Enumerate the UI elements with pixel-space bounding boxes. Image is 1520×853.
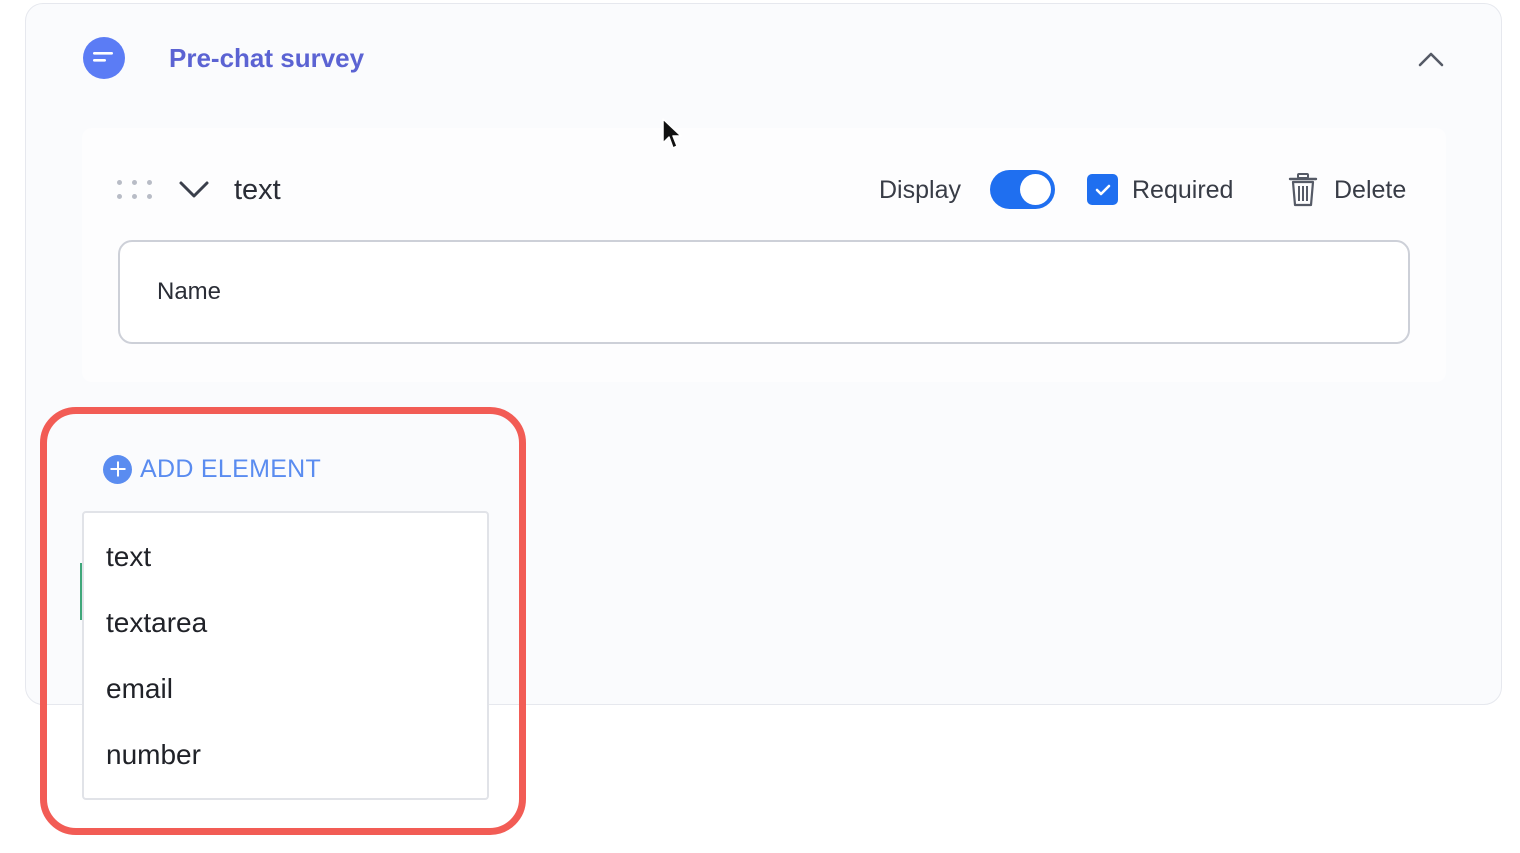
chevron-down-icon[interactable] [176,174,212,206]
trash-icon[interactable] [1287,172,1319,208]
section-title: Pre-chat survey [169,43,365,73]
drag-handle-icon[interactable] [115,178,157,202]
delete-button[interactable]: Delete [1334,173,1406,207]
required-checkbox[interactable] [1087,174,1118,205]
chevron-up-icon[interactable] [1416,44,1446,74]
mouse-cursor-icon [661,117,683,151]
display-toggle[interactable] [990,170,1055,209]
dropdown-option-text[interactable]: text [106,539,151,575]
dropdown-option-number[interactable]: number [106,737,201,773]
plus-icon [103,454,132,484]
add-element-button[interactable]: ADD ELEMENT [103,452,321,486]
checkmark-icon [1095,184,1110,195]
chat-bubble-icon [83,37,125,79]
field-label-input[interactable] [118,240,1410,344]
toggle-knob [1020,174,1051,205]
element-type-dropdown: text textarea email number [82,511,489,800]
dropdown-option-email[interactable]: email [106,671,173,707]
add-element-label: ADD ELEMENT [140,454,322,483]
field-type-label: text [234,174,281,206]
display-label: Display [879,176,961,204]
dropdown-option-textarea[interactable]: textarea [106,605,207,641]
required-label: Required [1132,176,1234,204]
